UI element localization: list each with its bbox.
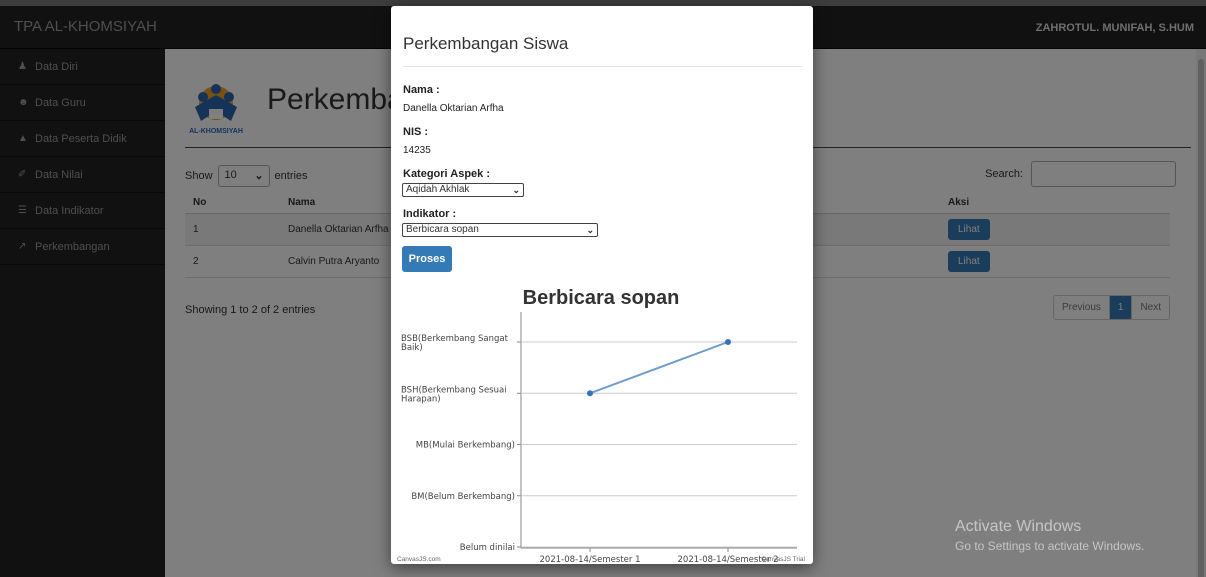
chart-title: Berbicara sopan <box>523 287 680 309</box>
chevron-down-icon: ⌄ <box>586 225 594 235</box>
data-point <box>587 390 593 397</box>
y-tick-label: BM(Belum Berkembang) <box>411 492 515 502</box>
modal-divider <box>403 66 803 67</box>
nama-label: Nama : <box>403 84 440 96</box>
y-tick-label: Belum dinilai <box>460 543 515 553</box>
y-tick-label-line: Harapan) <box>401 394 441 404</box>
perkembangan-chart: Berbicara sopan Belum dinilai BM(Belum Ber… <box>397 287 806 564</box>
nis-value: 14235 <box>403 145 431 156</box>
modal-title: Perkembangan Siswa <box>403 34 569 53</box>
proses-button[interactable]: Proses <box>402 246 452 272</box>
y-tick-label: BSH(Berkembang Sesuai Harapan) <box>401 385 507 404</box>
indikator-label: Indikator : <box>403 208 457 220</box>
nama-value: Danella Oktarian Arfha <box>403 103 504 114</box>
y-tick-label-line: Belum dinilai <box>460 543 515 553</box>
windows-activation-watermark: Activate Windows Go to Settings to activ… <box>955 518 1144 553</box>
watermark-line-2: Go to Settings to activate Windows. <box>955 539 1145 553</box>
chart-trial-label: CanvasJS Trial <box>761 556 805 563</box>
x-tick-label: 2021-08-14/Semester 1 <box>540 555 641 564</box>
perkembangan-modal: Perkembangan Siswa Nama : Danella Oktari… <box>391 6 813 564</box>
chart-credit: CanvasJS.com <box>397 556 441 563</box>
watermark-line-1: Activate Windows <box>955 518 1082 535</box>
kategori-aspek-value: Aqidah Akhlak <box>406 184 470 195</box>
indikator-value: Berbicara sopan <box>406 224 479 235</box>
y-tick-label: MB(Mulai Berkembang) <box>416 441 515 451</box>
kategori-aspek-label: Kategori Aspek : <box>403 168 491 180</box>
chevron-down-icon: ⌄ <box>512 185 520 195</box>
data-point <box>725 339 731 345</box>
y-tick-label-line: Baik) <box>401 343 423 353</box>
nis-label: NIS : <box>403 126 429 138</box>
y-tick-label-line: BM(Belum Berkembang) <box>411 492 515 502</box>
indikator-select[interactable]: Berbicara sopan ⌄ <box>402 223 598 237</box>
y-tick-label-line: MB(Mulai Berkembang) <box>416 441 515 451</box>
kategori-aspek-select[interactable]: Aqidah Akhlak ⌄ <box>402 183 524 197</box>
y-tick-label: BSB(Berkembang Sangat Baik) <box>401 334 509 353</box>
series-line <box>589 341 729 395</box>
